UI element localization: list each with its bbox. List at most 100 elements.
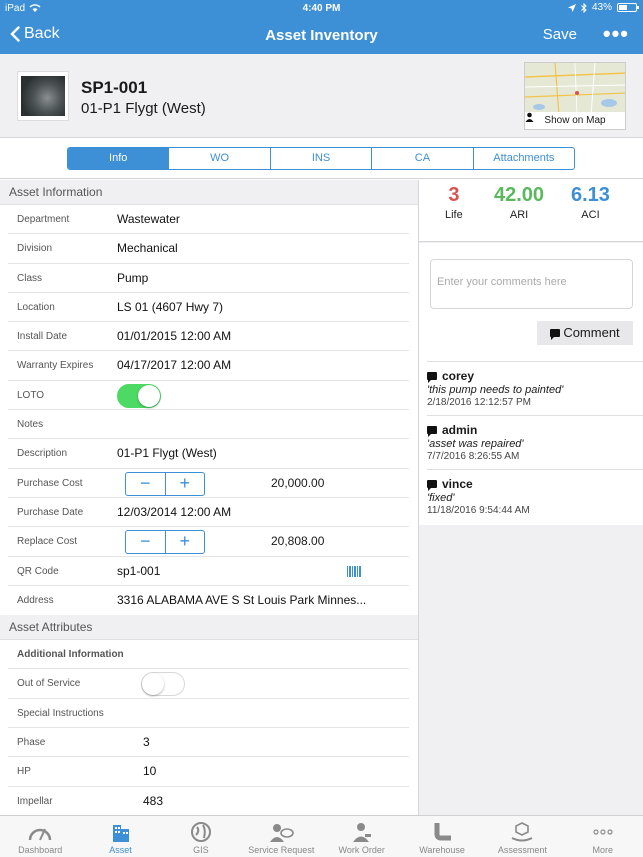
- tab-bar-label: Assessment: [497, 845, 547, 855]
- worker-icon: [352, 823, 371, 842]
- class-value: Pump: [117, 270, 149, 285]
- purchase-date-row[interactable]: Purchase Date 12/03/2014 12:00 AM: [8, 498, 409, 528]
- buildings-icon: [112, 825, 129, 842]
- tab-attachments[interactable]: Attachments: [474, 148, 574, 169]
- warranty-expires-label: Warranty Expires: [17, 360, 94, 372]
- notes-label: Notes: [17, 419, 44, 431]
- loto-label: LOTO: [17, 389, 45, 401]
- out-of-service-toggle[interactable]: [141, 672, 185, 697]
- description-value: 01-P1 Flygt (West): [117, 446, 217, 461]
- person-pin-icon: [525, 112, 534, 122]
- description-row[interactable]: Description 01-P1 Flygt (West): [8, 439, 409, 469]
- hp-row[interactable]: HP 10: [8, 757, 409, 787]
- tab-info[interactable]: Info: [68, 148, 170, 169]
- tab-bar-service-request[interactable]: Service Request: [241, 816, 321, 857]
- comment-item[interactable]: vince 'fixed' 11/18/2016 9:54:44 AM: [427, 469, 643, 525]
- loto-toggle-knob: [138, 384, 160, 407]
- install-date-row[interactable]: Install Date 01/01/2015 12:00 AM: [8, 322, 409, 352]
- more-options-button[interactable]: •••: [603, 21, 629, 47]
- division-label: Division: [17, 243, 53, 255]
- more-dots-icon: [593, 829, 613, 835]
- comment-item[interactable]: admin 'asset was repaired' 7/7/2016 8:26…: [427, 415, 643, 469]
- class-label: Class: [17, 272, 43, 284]
- show-on-map-label: Show on Map: [544, 115, 606, 126]
- loto-row: LOTO: [8, 381, 409, 411]
- life-metric: 3 Life: [445, 184, 463, 221]
- tab-bar-asset[interactable]: Asset: [80, 816, 160, 857]
- purchase-date-label: Purchase Date: [17, 506, 84, 518]
- purchase-cost-stepper: − +: [125, 471, 205, 496]
- comment-item[interactable]: corey 'this pump needs to painted' 2/18/…: [427, 361, 643, 415]
- status-right: 43%: [567, 2, 639, 13]
- globe-icon: [190, 822, 211, 842]
- chat-icon: [550, 329, 561, 340]
- comment-button[interactable]: Comment: [537, 321, 633, 345]
- impellar-label: Impellar: [17, 795, 53, 807]
- map-thumbnail[interactable]: Show on Map: [524, 62, 626, 130]
- tab-bar-label: Work Order: [338, 845, 385, 855]
- tab-ins[interactable]: INS: [271, 148, 373, 169]
- loto-toggle[interactable]: [117, 383, 161, 408]
- department-row[interactable]: Department Wastewater: [8, 205, 409, 235]
- comment-list: corey 'this pump needs to painted' 2/18/…: [419, 361, 643, 525]
- bluetooth-icon: [581, 2, 587, 13]
- location-row[interactable]: Location LS 01 (4607 Hwy 7): [8, 293, 409, 323]
- comment-user: corey: [442, 369, 475, 383]
- pipe-icon: [434, 823, 452, 841]
- tab-bar-label: More: [592, 845, 614, 855]
- address-value: 3316 ALABAMA AVE S St Louis Park Minnes.…: [117, 592, 367, 607]
- replace-cost-decrement-button[interactable]: −: [126, 531, 166, 554]
- asset-photo[interactable]: [17, 71, 69, 121]
- tab-bar-dashboard[interactable]: Dashboard: [0, 816, 80, 857]
- asset-header: SP1-001 01-P1 Flygt (West) Show on Map: [0, 54, 643, 138]
- comment-time: 7/7/2016 8:26:55 AM: [427, 451, 520, 462]
- tab-wo[interactable]: WO: [169, 148, 271, 169]
- tab-bar-label: Service Request: [248, 845, 315, 855]
- warranty-expires-value: 04/17/2017 12:00 AM: [117, 358, 232, 373]
- save-button[interactable]: Save: [543, 26, 577, 43]
- division-row[interactable]: Division Mechanical: [8, 234, 409, 264]
- tab-bar-gis[interactable]: GIS: [161, 816, 241, 857]
- asset-information-header: Asset Information: [0, 180, 418, 205]
- purchase-cost-decrement-button[interactable]: −: [126, 472, 166, 495]
- replace-cost-increment-button[interactable]: +: [166, 531, 205, 553]
- show-on-map-button[interactable]: Show on Map: [525, 112, 625, 129]
- department-label: Department: [17, 214, 70, 225]
- aci-value: 6.13: [571, 184, 610, 206]
- tab-bar-warehouse[interactable]: Warehouse: [402, 816, 482, 857]
- class-row[interactable]: Class Pump: [8, 264, 409, 293]
- tab-ca[interactable]: CA: [372, 148, 474, 169]
- comment-input[interactable]: Enter your comments here: [430, 259, 633, 309]
- comments-panel: 3 Life 42.00 ARI 6.13 ACI Enter your com…: [418, 180, 643, 815]
- address-row[interactable]: Address 3316 ALABAMA AVE S St Louis Park…: [8, 586, 409, 615]
- life-caption: Life: [445, 209, 463, 221]
- person-chat-icon: [270, 824, 295, 842]
- status-bar: iPad 4:40 PM 43%: [0, 0, 643, 17]
- comment-user: admin: [442, 423, 478, 437]
- qr-code-label: QR Code: [17, 565, 59, 577]
- ari-value: 42.00: [494, 184, 545, 206]
- warranty-expires-row[interactable]: Warranty Expires 04/17/2017 12:00 AM: [8, 351, 409, 381]
- out-of-service-label: Out of Service: [17, 678, 81, 690]
- qr-code-value: sp1-001: [117, 563, 161, 578]
- asset-info-panel[interactable]: Asset Information Department Wastewater …: [0, 180, 418, 815]
- special-instructions-row[interactable]: Special Instructions: [8, 699, 409, 729]
- description-label: Description: [17, 448, 68, 460]
- install-date-label: Install Date: [17, 331, 68, 343]
- tab-bar-work-order[interactable]: Work Order: [322, 816, 402, 857]
- department-value: Wastewater: [117, 212, 180, 226]
- barcode-scan-icon[interactable]: [347, 565, 361, 577]
- tab-bar-assessment[interactable]: Assessment: [482, 816, 562, 857]
- notes-row[interactable]: Notes: [8, 410, 409, 440]
- division-value: Mechanical: [117, 241, 178, 256]
- chat-icon: [427, 480, 437, 491]
- replace-cost-value: 20,808.00: [271, 534, 325, 549]
- impellar-row[interactable]: Impellar 483: [8, 787, 409, 815]
- phase-row[interactable]: Phase 3: [8, 728, 409, 758]
- segmented-tabs-bar: Info WO INS CA Attachments: [0, 139, 643, 179]
- status-time: 4:40 PM: [302, 3, 341, 14]
- qr-code-row[interactable]: QR Code sp1-001: [8, 557, 409, 586]
- tab-bar-more[interactable]: More: [563, 816, 643, 857]
- purchase-cost-increment-button[interactable]: +: [166, 473, 205, 495]
- comment-text: 'this pump needs to painted': [427, 384, 564, 396]
